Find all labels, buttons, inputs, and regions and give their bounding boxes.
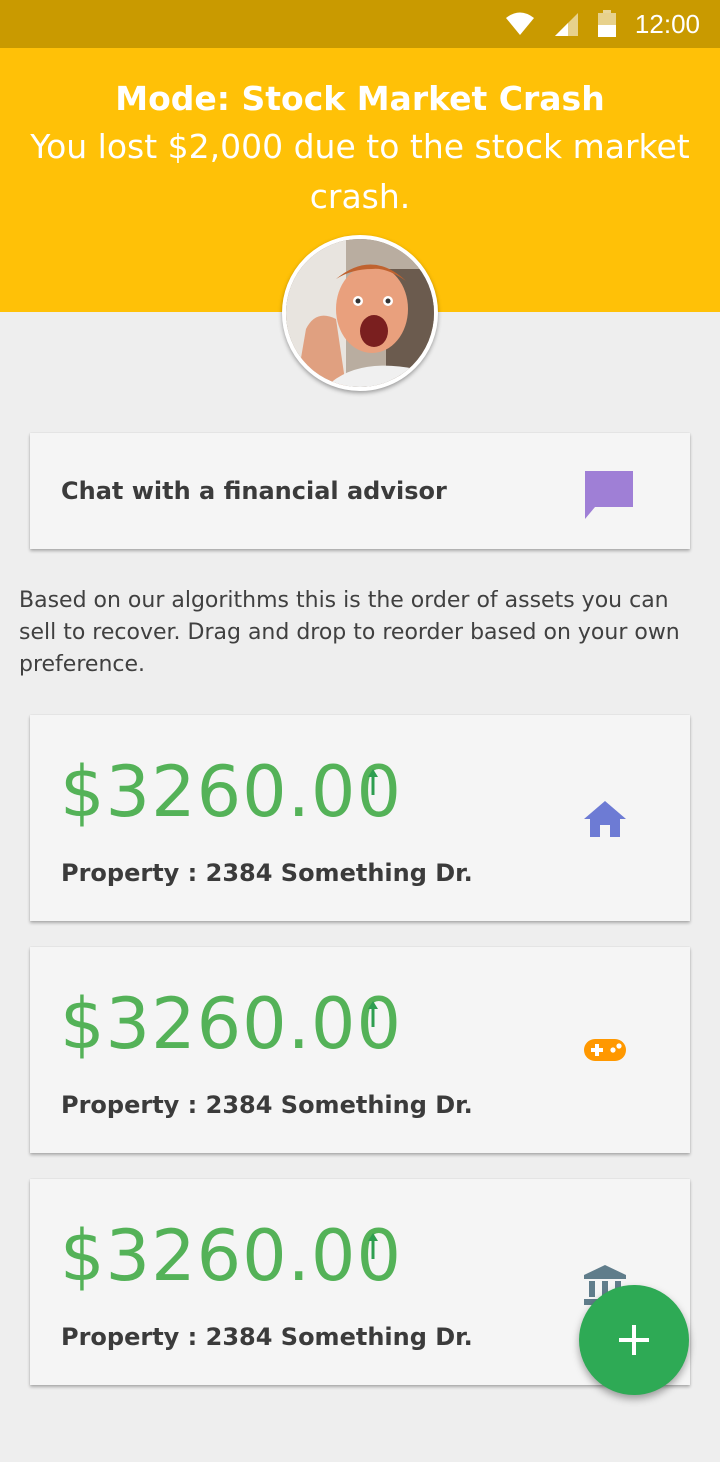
home-icon	[584, 801, 626, 837]
add-asset-button[interactable]	[579, 1285, 689, 1395]
status-bar: 12:00	[0, 0, 720, 48]
cellular-signal-icon	[554, 13, 578, 36]
asset-amount: $3260.00	[60, 751, 403, 833]
asset-label: Property : 2384 Something Dr.	[61, 1323, 473, 1351]
gamepad-icon	[584, 1039, 626, 1061]
battery-icon	[597, 10, 616, 37]
mode-subtitle: You lost $2,000 due to the stock market …	[30, 127, 690, 216]
asset-amount: $3260.00	[60, 1215, 403, 1297]
asset-amount: $3260.00	[60, 983, 403, 1065]
plus-icon	[619, 1325, 649, 1355]
chat-bubble-icon[interactable]	[583, 469, 635, 521]
avatar[interactable]	[282, 235, 438, 391]
wifi-icon	[505, 12, 534, 35]
asset-card[interactable]: $3260.00 Property : 2384 Something Dr.	[30, 947, 690, 1153]
chat-advisor-card[interactable]: Chat with a financial advisor	[30, 433, 690, 549]
asset-label: Property : 2384 Something Dr.	[61, 1091, 473, 1119]
asset-label: Property : 2384 Something Dr.	[61, 859, 473, 887]
up-arrow-icon	[368, 769, 378, 795]
up-arrow-icon	[368, 1233, 378, 1259]
status-time: 12:00	[634, 8, 700, 39]
up-arrow-icon	[368, 1001, 378, 1027]
asset-card[interactable]: $3260.00 Property : 2384 Something Dr.	[30, 715, 690, 921]
mode-title: Mode: Stock Market Crash	[115, 79, 605, 118]
recovery-description: Based on our algorithms this is the orde…	[19, 588, 680, 677]
chat-advisor-label: Chat with a financial advisor	[61, 477, 447, 505]
